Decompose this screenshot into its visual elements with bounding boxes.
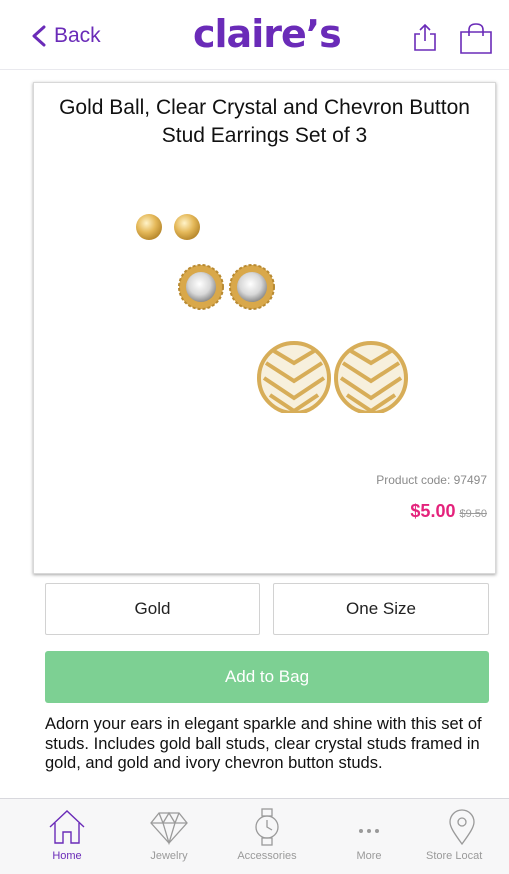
watch-icon — [255, 808, 279, 846]
size-selector[interactable]: One Size — [273, 583, 489, 635]
chevron-left-icon — [32, 25, 46, 47]
product-title: Gold Ball, Clear Crystal and Chevron But… — [59, 96, 470, 147]
tab-label: Accessories — [237, 850, 297, 862]
sale-price: $5.00 — [410, 501, 456, 521]
color-selector[interactable]: Gold — [45, 583, 260, 635]
product-code: Product code: 97497 — [376, 473, 487, 487]
shopping-bag-icon[interactable] — [458, 22, 494, 54]
tab-label: Store Locat — [426, 850, 483, 862]
more-icon — [359, 829, 379, 833]
product-description: Adorn your ears in elegant sparkle and s… — [45, 715, 482, 772]
back-label: Back — [54, 24, 101, 47]
tab-label: More — [356, 850, 382, 862]
location-pin-icon — [449, 809, 475, 846]
tab-store-locator[interactable]: Store Locat — [414, 799, 509, 874]
original-price: $9.50 — [459, 508, 487, 520]
product-image[interactable] — [114, 203, 414, 413]
nav-header: Back claire’s — [0, 0, 509, 70]
tab-bar: Home Jewelry Accessories More Store Loca… — [0, 798, 509, 874]
price-block: $5.00 $9.50 — [410, 501, 487, 522]
tab-jewelry[interactable]: Jewelry — [118, 799, 220, 874]
diamond-icon — [150, 811, 188, 846]
tab-label: Jewelry — [150, 850, 188, 862]
home-icon — [49, 810, 85, 844]
tab-more[interactable]: More — [318, 799, 420, 874]
back-button[interactable]: Back — [30, 24, 101, 48]
tab-label: Home — [52, 850, 82, 862]
tab-accessories[interactable]: Accessories — [216, 799, 318, 874]
tab-home[interactable]: Home — [16, 799, 118, 874]
share-icon[interactable] — [412, 22, 438, 52]
product-card: Gold Ball, Clear Crystal and Chevron But… — [33, 82, 496, 574]
add-to-bag-button[interactable]: Add to Bag — [45, 651, 489, 703]
brand-logo: claire’s — [193, 12, 342, 56]
